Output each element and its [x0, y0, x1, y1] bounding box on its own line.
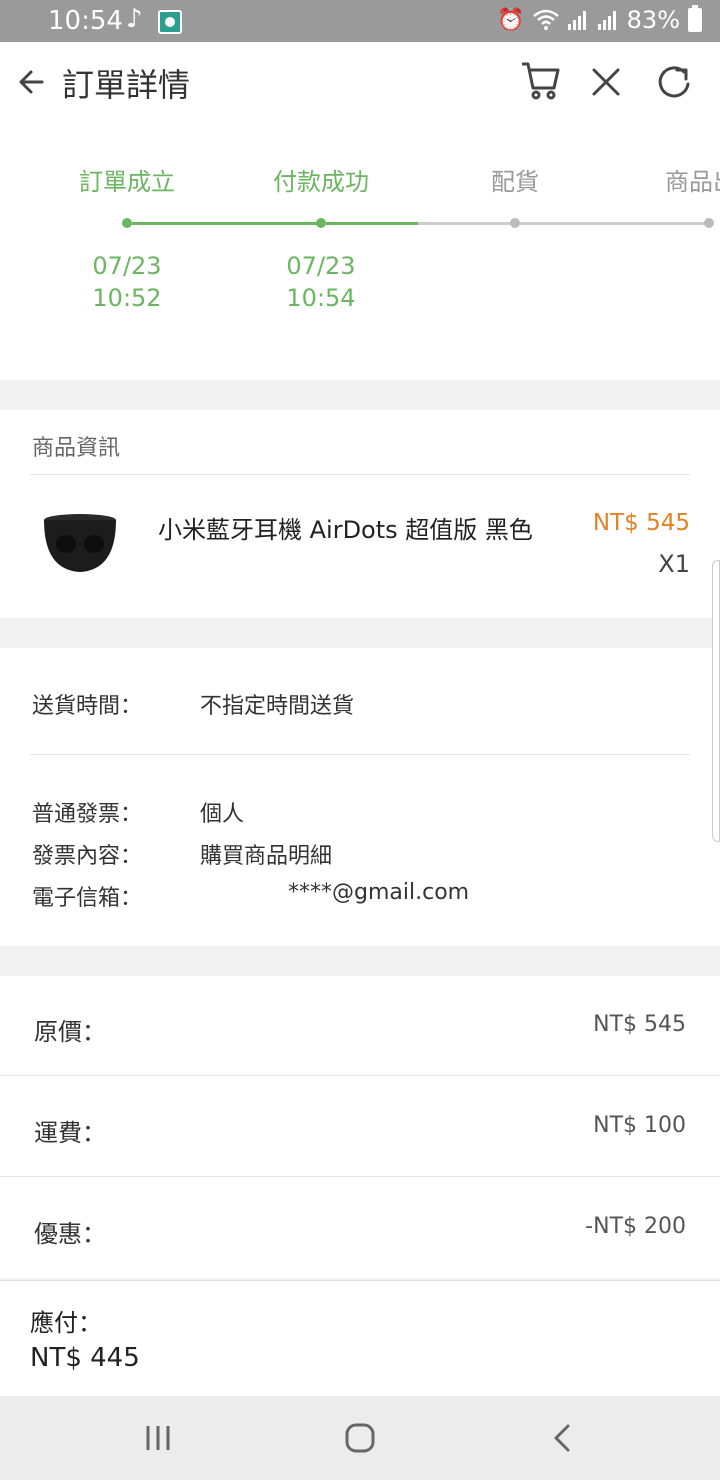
total-value: NT$ 445	[30, 1343, 140, 1373]
product-quantity: X1	[658, 550, 690, 578]
cart-icon[interactable]	[516, 56, 564, 104]
divider	[30, 474, 690, 475]
step-label-created: 訂單成立	[79, 168, 175, 196]
price-breakdown: 原價： NT$ 545 運費： NT$ 100 優惠： -NT$ 200	[0, 976, 720, 1278]
email-label: 電子信箱：	[32, 886, 143, 911]
shipping-value: NT$ 100	[593, 1113, 686, 1138]
order-info-section: 送貨時間： 不指定時間送貨 普通發票： 個人 發票內容： 購買商品明細 電子信箱…	[0, 648, 720, 946]
battery-percent: 83%	[626, 6, 680, 34]
original-price-label: 原價：	[34, 1018, 106, 1046]
discount-label: 優惠：	[34, 1220, 106, 1248]
app-notification-icon	[158, 10, 182, 34]
discount-value: -NT$ 200	[585, 1214, 686, 1239]
status-time: 10:54	[48, 6, 123, 36]
page-title: 訂單詳情	[62, 66, 191, 104]
step-date: 07/23	[286, 252, 356, 280]
edge-panel-handle[interactable]	[712, 560, 720, 842]
status-bar: 10:54 ♪ ⏰ 83%	[0, 0, 720, 42]
signal-icon-2	[597, 11, 616, 30]
battery-icon	[688, 5, 702, 32]
price-row-original: 原價： NT$ 545	[0, 976, 720, 1076]
status-icons: ⏰ 83%	[497, 5, 702, 34]
section-label-product: 商品資訊	[32, 436, 121, 461]
refresh-icon[interactable]	[650, 56, 698, 104]
signal-icon	[567, 11, 586, 30]
step-time-created: 07/23 10:52	[67, 250, 187, 314]
step-dot-paid	[316, 218, 326, 228]
alarm-icon: ⏰	[497, 7, 525, 33]
close-icon[interactable]	[582, 56, 630, 104]
invoice-type-label: 普通發票：	[32, 802, 143, 827]
divider	[0, 1176, 720, 1177]
total-section: 應付： NT$ 445	[0, 1280, 720, 1396]
app-header: 訂單詳情	[0, 42, 720, 122]
invoice-type-value: 個人	[200, 802, 245, 827]
step-dot-created	[122, 218, 132, 228]
email-value: ****@gmail.com	[288, 880, 470, 905]
system-nav-bar	[0, 1396, 720, 1480]
step-time-paid: 07/23 10:54	[261, 250, 381, 314]
delivery-time-value: 不指定時間送貨	[200, 694, 355, 719]
music-note-icon: ♪	[126, 4, 143, 34]
invoice-content-label: 發票內容：	[32, 844, 143, 869]
price-row-discount: 優惠： -NT$ 200	[0, 1178, 720, 1278]
order-progress: 訂單成立 付款成功 配貨 商品出 07/23 10:52 07/23 10:54	[0, 122, 720, 380]
original-price-value: NT$ 545	[593, 1012, 686, 1037]
product-image[interactable]	[40, 510, 120, 576]
price-row-shipping: 運費： NT$ 100	[0, 1077, 720, 1177]
wifi-icon	[532, 9, 559, 30]
divider	[30, 754, 690, 755]
step-label-paid: 付款成功	[273, 168, 369, 196]
home-icon[interactable]	[338, 1418, 382, 1458]
invoice-content-value: 購買商品明細	[200, 844, 333, 869]
step-clock: 10:54	[286, 284, 356, 312]
recent-apps-icon[interactable]	[136, 1418, 180, 1458]
step-dot-allocate	[510, 218, 520, 228]
total-label: 應付：	[30, 1309, 102, 1337]
product-section: 商品資訊 小米藍牙耳機 AirDots 超值版 黑色 NT$ 545 X1	[0, 410, 720, 618]
progress-line-todo-2	[520, 222, 706, 225]
delivery-time-label: 送貨時間：	[32, 694, 143, 719]
shipping-label: 運費：	[34, 1119, 106, 1147]
product-name[interactable]: 小米藍牙耳機 AirDots 超值版 黑色	[158, 510, 533, 545]
step-dot-shipped	[704, 218, 714, 228]
step-clock: 10:52	[92, 284, 162, 312]
step-label-allocate: 配貨	[491, 168, 539, 196]
back-arrow-icon[interactable]	[16, 62, 48, 102]
step-label-shipped: 商品出	[665, 168, 720, 196]
progress-line-partial	[326, 222, 418, 225]
product-price: NT$ 545	[592, 510, 690, 536]
step-date: 07/23	[92, 252, 162, 280]
divider	[0, 1075, 720, 1076]
progress-line-todo	[418, 222, 510, 225]
back-icon[interactable]	[540, 1418, 584, 1458]
progress-line-done	[132, 222, 318, 225]
